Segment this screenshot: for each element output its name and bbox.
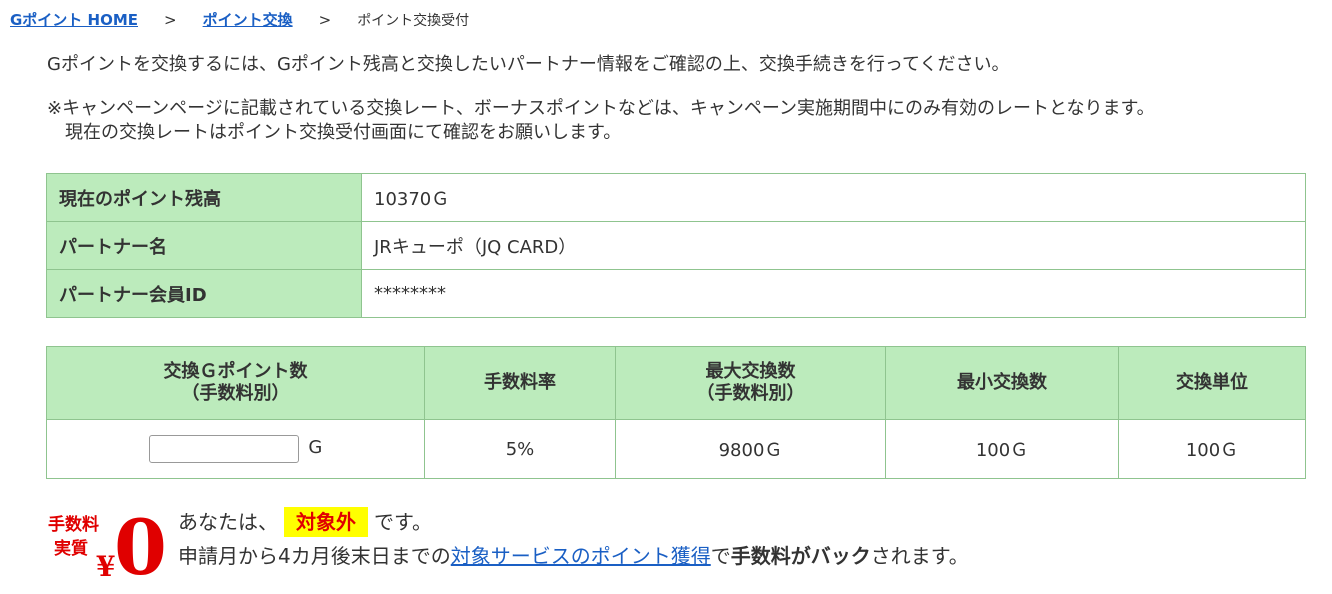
header-max-exchange: 最大交換数 （手数料別） xyxy=(615,346,886,420)
balance-label: 現在のポイント残高 xyxy=(46,173,362,222)
table-row: パートナー名 JRキューポ（JQ CARD） xyxy=(46,221,1306,270)
breadcrumb-home-link[interactable]: Gポイント HOME xyxy=(10,9,138,30)
table-row: パートナー会員ID ******** xyxy=(46,269,1306,318)
member-id-value: ******** xyxy=(361,269,1306,318)
partner-value: JRキューポ（JQ CARD） xyxy=(361,221,1306,270)
exchange-unit-value: 100Ｇ xyxy=(1118,419,1306,479)
promo-line2-mid: で xyxy=(710,544,731,568)
table-row: G 5% 9800Ｇ 100Ｇ 100Ｇ xyxy=(46,419,1306,479)
promo-line2-end: されます。 xyxy=(870,544,969,568)
breadcrumb: Gポイント HOME > ポイント交換 > ポイント交換受付 xyxy=(10,9,469,30)
header-max-line1: 最大交換数 xyxy=(705,361,796,382)
fee-rate-value: 5% xyxy=(424,419,616,479)
header-fee-rate: 手数料率 xyxy=(424,346,616,420)
promo-line-2: 申請月から4カ月後末日までの対象サービスのポイント獲得で手数料がバックされます。 xyxy=(178,539,969,573)
intro-text: Gポイントを交換するには、Gポイント残高と交換したいパートナー情報をご確認の上、… xyxy=(47,54,1010,75)
fee-promo: あなたは、 対象外 です。 申請月から4カ月後末日までの対象サービスのポイント獲得で… xyxy=(178,505,969,573)
note-line-2: 現在の交換レートはポイント交換受付画面にて確認をお願いします。 xyxy=(65,122,622,143)
fee-icon-text-line1: 手数料 xyxy=(48,514,99,535)
breadcrumb-exchange-link[interactable]: ポイント交換 xyxy=(203,9,293,30)
header-max-line2: （手数料別） xyxy=(696,383,805,404)
exchange-table: 交換Ｇポイント数 （手数料別） 手数料率 最大交換数 （手数料別） 最小交換数 … xyxy=(46,346,1306,479)
promo-prefix: あなたは、 xyxy=(178,510,278,534)
header-exchange-amount: 交換Ｇポイント数 （手数料別） xyxy=(46,346,425,420)
breadcrumb-current: ポイント交換受付 xyxy=(357,12,470,29)
header-exchange-amount-line1: 交換Ｇポイント数 xyxy=(163,361,308,382)
breadcrumb-separator: > xyxy=(318,10,332,29)
account-info-table: 現在のポイント残高 10370Ｇ パートナー名 JRキューポ（JQ CARD） … xyxy=(46,173,1306,318)
header-min-exchange: 最小交換数 xyxy=(885,346,1119,420)
exchange-amount-unit: G xyxy=(308,437,323,458)
promo-line2-bold: 手数料がバック xyxy=(730,544,871,568)
partner-label: パートナー名 xyxy=(46,221,362,270)
breadcrumb-separator: > xyxy=(164,10,177,29)
balance-value: 10370Ｇ xyxy=(361,173,1306,222)
member-id-label: パートナー会員ID xyxy=(46,269,362,318)
exchange-amount-cell: G xyxy=(46,419,425,479)
status-badge: 対象外 xyxy=(284,507,368,537)
fee-icon-text-line2: 実質 xyxy=(54,538,88,559)
min-exchange-value: 100Ｇ xyxy=(885,419,1119,479)
fee-zero-icon: 手数料 実質 ¥ 0 xyxy=(48,503,166,582)
max-exchange-value: 9800Ｇ xyxy=(615,419,886,479)
promo-line2-start: 申請月から4カ月後末日までの xyxy=(178,544,451,568)
table-row: 現在のポイント残高 10370Ｇ xyxy=(46,173,1306,222)
campaign-note: ※キャンペーンページに記載されている交換レート、ボーナスポイントなどは、キャンペ… xyxy=(47,97,1155,145)
fee-icon-yen: ¥ xyxy=(96,550,115,582)
header-exchange-amount-line2: （手数料別） xyxy=(181,383,290,404)
table-header-row: 交換Ｇポイント数 （手数料別） 手数料率 最大交換数 （手数料別） 最小交換数 … xyxy=(46,346,1306,420)
fee-icon-zero: 0 xyxy=(114,503,166,582)
exchange-amount-input[interactable] xyxy=(148,435,299,463)
target-service-link[interactable]: 対象サービスのポイント獲得 xyxy=(451,544,711,568)
header-exchange-unit: 交換単位 xyxy=(1118,346,1306,420)
note-line-1: ※キャンペーンページに記載されている交換レート、ボーナスポイントなどは、キャンペ… xyxy=(47,98,1155,119)
promo-line-1: あなたは、 対象外 です。 xyxy=(178,505,969,539)
promo-suffix: です。 xyxy=(374,510,432,534)
